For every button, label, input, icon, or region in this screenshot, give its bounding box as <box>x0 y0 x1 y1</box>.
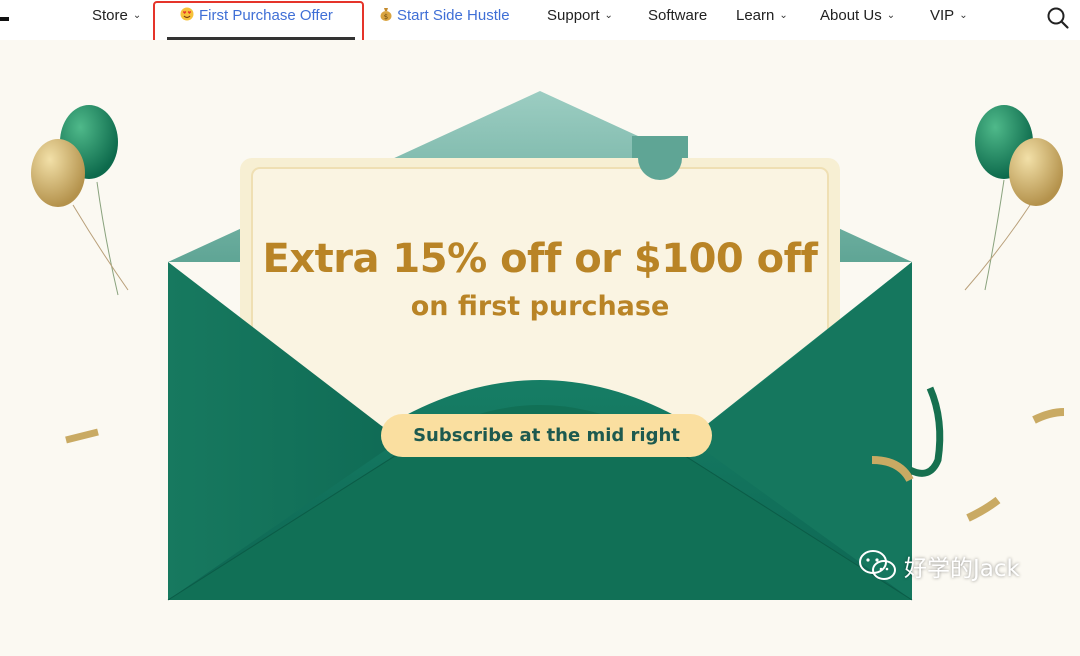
balloons-right <box>964 105 1063 291</box>
chevron-down-icon: ⌄ <box>779 10 788 21</box>
nav-item-start-side-hustle[interactable]: $ Start Side Hustle <box>380 7 510 24</box>
nav-item-learn[interactable]: Learn ⌄ <box>736 7 788 24</box>
nav-item-store[interactable]: Store ⌄ <box>92 7 141 24</box>
offer-subline: on first purchase <box>410 291 670 322</box>
nav-item-label: Store <box>92 7 128 24</box>
search-icon[interactable] <box>1046 6 1070 30</box>
balloons-left <box>31 105 129 296</box>
chevron-down-icon: ⌄ <box>886 10 896 21</box>
nav-item-label: About Us <box>820 7 882 24</box>
nav-item-label: Learn <box>736 7 775 24</box>
svg-text:$: $ <box>384 13 388 21</box>
nav-item-vip[interactable]: VIP ⌄ <box>930 7 968 24</box>
subscribe-button[interactable]: Subscribe at the mid right <box>381 414 712 457</box>
chevron-down-icon: ⌄ <box>959 10 968 21</box>
watermark: 好学的Jack <box>858 549 1020 583</box>
nav-item-software[interactable]: Software <box>648 7 707 24</box>
chevron-down-icon: ⌄ <box>604 10 613 21</box>
nav-item-about-us[interactable]: About Us ⌄ <box>820 7 895 24</box>
money-bag-emoji-icon: $ <box>380 7 392 24</box>
offer-headline: Extra 15% off or $100 off <box>262 236 818 282</box>
watermark-text: 好学的Jack <box>904 556 1020 582</box>
logo-fragment[interactable] <box>0 17 9 21</box>
nav-item-label: Software <box>648 7 708 24</box>
nav-item-label: VIP <box>930 7 955 24</box>
nav-item-support[interactable]: Support ⌄ <box>547 7 613 24</box>
wechat-icon <box>858 549 898 583</box>
nav-item-label: Start Side Hustle <box>397 7 510 24</box>
chevron-down-icon: ⌄ <box>132 10 142 21</box>
nav-item-label: Support <box>547 7 600 24</box>
